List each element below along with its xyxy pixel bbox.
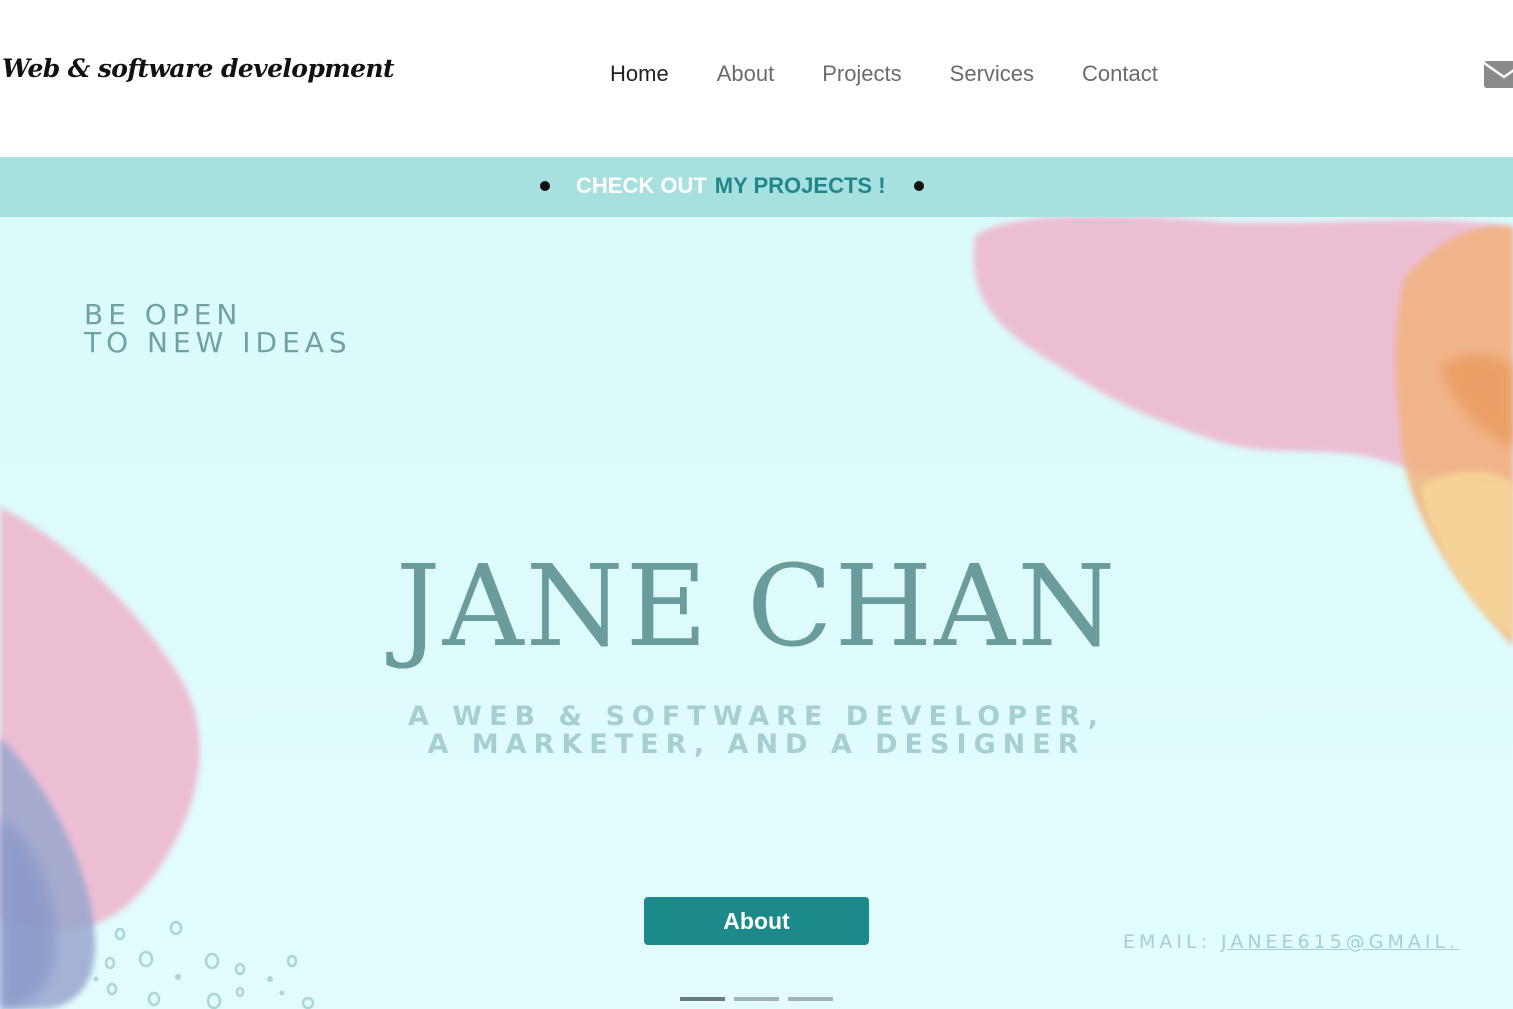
announcement-banner: CHECK OUT MY PROJECTS ! xyxy=(0,157,1513,217)
hero-subtitle: A WEB & SOFTWARE DEVELOPER, A MARKETER, … xyxy=(0,703,1513,759)
hero-carousel: BE OPEN TO NEW IDEAS JANE CHAN A WEB & S… xyxy=(0,217,1513,1009)
brand-logo[interactable]: Web & software development xyxy=(2,54,395,83)
tagline-line-2: TO NEW IDEAS xyxy=(84,326,352,359)
nav-contact[interactable]: Contact xyxy=(1058,58,1182,90)
about-button[interactable]: About xyxy=(644,897,869,945)
site-header: Web & software development Home About Pr… xyxy=(0,0,1513,157)
nav-home[interactable]: Home xyxy=(586,58,693,90)
banner-text: CHECK OUT xyxy=(576,173,707,198)
tagline-line-1: BE OPEN xyxy=(84,298,243,331)
carousel-indicator-2[interactable] xyxy=(734,997,779,1001)
nav-projects[interactable]: Projects xyxy=(798,58,925,90)
main-nav: Home About Projects Services Contact xyxy=(586,58,1182,90)
nav-services[interactable]: Services xyxy=(926,58,1058,90)
hero-email: EMAIL: JANEE615@GMAIL. xyxy=(1123,931,1459,953)
carousel-indicator-3[interactable] xyxy=(788,997,833,1001)
nav-about[interactable]: About xyxy=(693,58,799,90)
banner-projects-link[interactable]: MY PROJECTS ! xyxy=(715,173,886,199)
email-link[interactable]: JANEE615@GMAIL. xyxy=(1221,931,1459,953)
carousel-indicator-1[interactable] xyxy=(680,997,725,1001)
bullet-icon xyxy=(540,181,550,191)
carousel-indicators xyxy=(680,997,833,1001)
hero-name: JANE CHAN xyxy=(395,542,1118,672)
subtitle-line-2: A MARKETER, AND A DESIGNER xyxy=(427,729,1086,760)
email-label: EMAIL: xyxy=(1123,931,1211,953)
envelope-icon[interactable] xyxy=(1484,61,1513,88)
subtitle-line-1: A WEB & SOFTWARE DEVELOPER, xyxy=(408,701,1105,732)
bullet-icon xyxy=(913,181,924,191)
hero-tagline: BE OPEN TO NEW IDEAS xyxy=(84,301,352,357)
